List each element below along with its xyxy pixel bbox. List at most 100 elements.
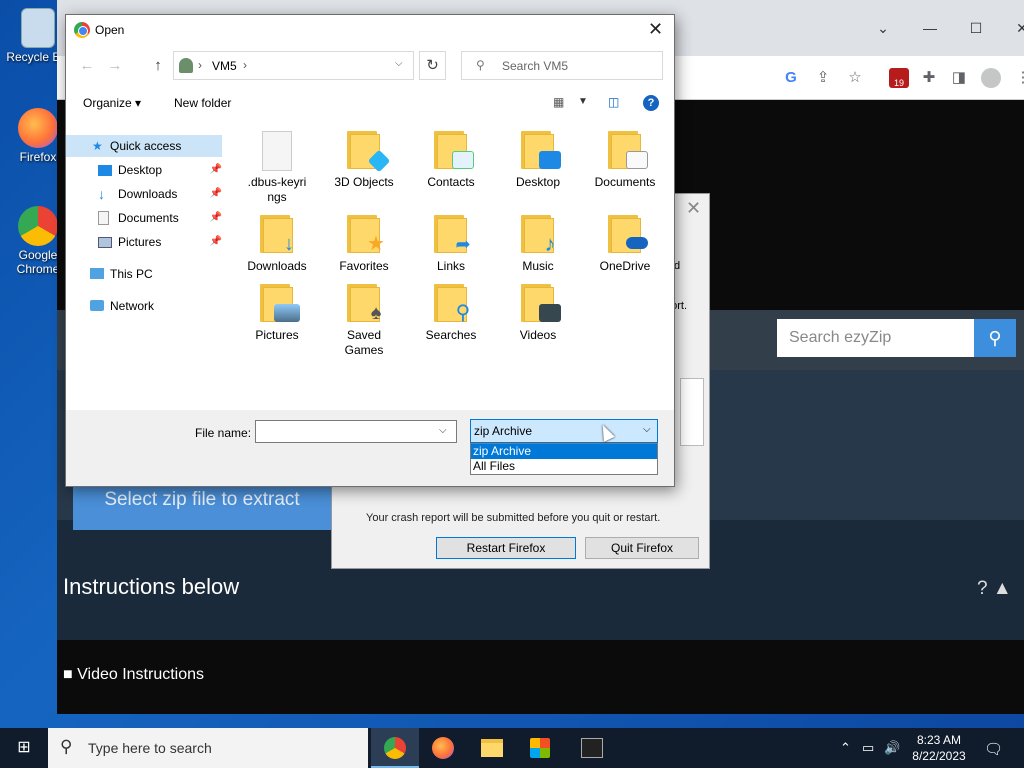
nav-item-this-pc[interactable]: This PC <box>66 263 222 285</box>
close-icon[interactable]: ✕ <box>648 19 663 40</box>
nav-item-quick-access[interactable]: ★ Quick access <box>66 135 222 157</box>
download-arrow-icon: ↓ <box>98 186 105 202</box>
video-instructions-bar[interactable]: ■ Video Instructions <box>57 656 1024 700</box>
file-name-panel: File name: ⌵ zip Archive ⌵ zip Archive A… <box>66 410 674 486</box>
search-vm5-input[interactable]: ⚲ Search VM5 <box>461 51 663 80</box>
network-icon <box>90 300 104 311</box>
new-folder-button[interactable]: New folder <box>174 96 231 110</box>
back-arrow-icon[interactable]: ← <box>78 57 96 74</box>
restart-firefox-button[interactable]: Restart Firefox <box>436 537 576 559</box>
taskbar-search-placeholder: Type here to search <box>88 740 212 756</box>
file-type-option[interactable]: All Files <box>471 459 657 474</box>
refresh-button[interactable]: ↻ <box>419 51 446 80</box>
close-icon[interactable]: ✕ <box>686 198 701 219</box>
extensions-puzzle-icon[interactable]: ✚ <box>919 68 939 88</box>
file-item[interactable]: .dbus-keyrings <box>240 131 314 205</box>
searches-folder-icon: ⚲ <box>434 284 470 323</box>
folder-item[interactable]: OneDrive <box>588 215 662 274</box>
file-name-combobox[interactable]: ⌵ <box>255 420 457 443</box>
folder-item[interactable]: ♠ Saved Games <box>327 284 401 358</box>
site-search-button[interactable]: ⚲ <box>974 319 1016 357</box>
nav-item-downloads[interactable]: ↓ Downloads 📌 <box>66 183 222 205</box>
taskbar-store[interactable] <box>515 728 563 768</box>
taskbar-search-box[interactable]: ⚲ Type here to search <box>48 728 368 768</box>
folder-item[interactable]: ⚲ Searches <box>414 284 488 343</box>
address-bar[interactable]: › VM5 › ⌵ <box>173 51 414 80</box>
quit-firefox-button[interactable]: Quit Firefox <box>585 537 699 559</box>
forward-arrow-icon[interactable]: → <box>106 57 124 74</box>
folder-item[interactable]: Videos <box>501 284 575 343</box>
nav-item-documents[interactable]: Documents 📌 <box>66 207 222 229</box>
folder-item-label: Downloads <box>247 259 307 273</box>
file-type-select[interactable]: zip Archive ⌵ <box>470 419 658 443</box>
crash-details-box[interactable] <box>680 378 704 446</box>
site-search-input[interactable]: Search ezyZip <box>777 319 974 357</box>
folder-item[interactable]: Desktop <box>501 131 575 190</box>
folder-item-label: Documents <box>594 175 656 189</box>
contacts-folder-icon <box>434 131 474 169</box>
view-options-icon[interactable]: ▦ <box>553 95 564 109</box>
maximize-button[interactable]: ☐ <box>961 16 991 40</box>
preview-pane-icon[interactable]: ◫ <box>608 95 619 109</box>
profile-avatar-icon[interactable] <box>981 68 1001 88</box>
menu-icon[interactable]: ⋮ <box>1013 68 1024 88</box>
chevron-down-icon[interactable]: ⌵ <box>439 425 447 436</box>
nav-item-label: Desktop <box>118 163 163 177</box>
taskbar-terminal[interactable] <box>567 728 615 768</box>
share-icon[interactable]: ⇪ <box>813 68 833 88</box>
chevron-down-icon[interactable]: ⌵ <box>395 58 403 69</box>
firefox-icon <box>18 108 58 148</box>
user-folder-icon <box>179 58 193 73</box>
notification-icon[interactable]: 🗨 <box>984 740 1003 758</box>
minimize-button[interactable]: — <box>915 16 945 40</box>
up-arrow-icon[interactable]: ↑ <box>149 57 167 74</box>
close-button[interactable]: ✕ <box>1007 16 1024 40</box>
folder-item[interactable]: ➦ Links <box>414 215 488 274</box>
chevron-right-icon: › <box>243 58 247 72</box>
folder-item[interactable]: ↓ Downloads <box>240 215 314 274</box>
folder-item[interactable]: ★ Favorites <box>327 215 401 274</box>
computer-icon <box>90 268 104 279</box>
organize-button[interactable]: Organize ▾ <box>83 96 141 110</box>
taskbar-clock[interactable]: 8:23 AM 8/22/2023 <box>904 732 974 764</box>
desktop-folder-icon <box>521 131 561 169</box>
search-placeholder: Search VM5 <box>502 59 569 73</box>
file-type-option[interactable]: zip Archive <box>471 444 657 459</box>
breadcrumb-vm5[interactable]: VM5 <box>212 59 237 73</box>
network-icon[interactable]: ▭ <box>862 740 874 756</box>
folder-item[interactable]: Documents <box>588 131 662 190</box>
chevron-down-icon[interactable]: ▼ <box>578 96 588 107</box>
google-lens-icon[interactable]: G <box>781 68 801 88</box>
bookmark-star-icon[interactable]: ☆ <box>845 68 865 88</box>
folder-item[interactable]: 3D Objects <box>327 131 401 190</box>
nav-item-label: This PC <box>110 267 153 281</box>
taskbar-firefox[interactable] <box>419 728 467 768</box>
chevron-down-icon[interactable]: ⌵ <box>643 424 651 435</box>
chevron-up-icon[interactable]: ⌃ <box>840 740 851 756</box>
folder-item-label: Music <box>522 259 554 273</box>
pin-icon[interactable]: 📌 <box>210 231 222 253</box>
taskbar-file-explorer[interactable] <box>467 728 515 768</box>
taskbar-chrome[interactable] <box>371 728 419 768</box>
nav-item-label: Pictures <box>118 235 162 249</box>
help-toggle[interactable]: ? ▲ <box>977 578 1012 600</box>
pin-icon[interactable]: 📌 <box>210 183 222 205</box>
nav-item-pictures[interactable]: Pictures 📌 <box>66 231 222 253</box>
extension-ublock-icon[interactable]: 19 <box>889 68 909 88</box>
tab-search-button[interactable]: ⌄ <box>868 16 898 40</box>
saved-games-folder-icon: ♠ <box>347 284 381 323</box>
pin-icon[interactable]: 📌 <box>210 207 222 229</box>
start-button[interactable]: ⊞ <box>0 728 48 768</box>
pin-icon[interactable]: 📌 <box>210 159 222 181</box>
nav-item-label: Quick access <box>110 139 182 153</box>
volume-icon[interactable]: 🔊 <box>884 740 900 756</box>
nav-item-desktop[interactable]: Desktop 📌 <box>66 159 222 181</box>
folder-item[interactable]: Pictures <box>240 284 314 343</box>
side-panel-icon[interactable]: ◨ <box>949 68 969 88</box>
help-icon[interactable]: ? <box>643 95 659 111</box>
nav-item-network[interactable]: Network <box>66 295 222 317</box>
folder-item[interactable]: Contacts <box>414 131 488 190</box>
folder-item-label: Contacts <box>427 175 475 189</box>
folder-item[interactable]: ♪ Music <box>501 215 575 274</box>
folder-item-label: Pictures <box>255 328 299 342</box>
